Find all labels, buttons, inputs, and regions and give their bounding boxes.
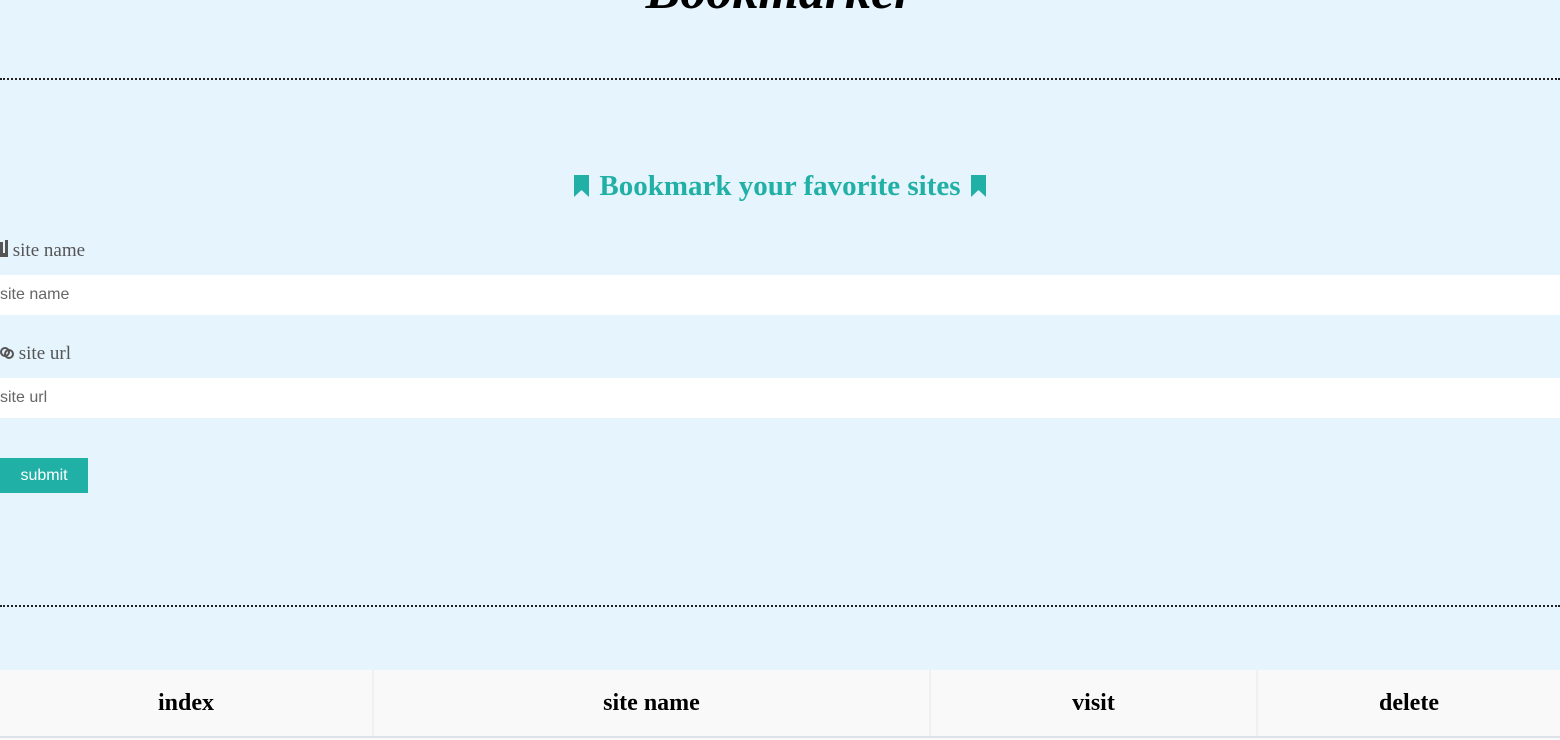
page: Bookmarker Bookmark your favorite sites … [0, 0, 1560, 740]
tag-icon [0, 240, 8, 265]
submit-button[interactable]: submit [0, 458, 88, 493]
bookmark-icon [574, 175, 590, 197]
bookmarks-table: index site name visit delete [0, 670, 1560, 738]
app-title: Bookmarker [0, 0, 1560, 22]
site-name-input[interactable] [0, 275, 1560, 315]
column-header-index: index [0, 670, 374, 738]
form-heading-text: Bookmark your favorite sites [599, 170, 961, 202]
column-header-visit: visit [930, 670, 1258, 738]
column-header-delete: delete [1257, 670, 1560, 738]
site-url-label-text: site url [18, 343, 71, 364]
top-divider [0, 78, 1560, 80]
bottom-divider [0, 605, 1560, 607]
site-name-label: site name [0, 239, 85, 265]
form-heading: Bookmark your favorite sites [0, 166, 1560, 206]
bookmark-icon [970, 175, 986, 197]
site-url-label: site url [0, 342, 71, 368]
link-icon [0, 344, 14, 368]
bookmarks-table-container: index site name visit delete [0, 670, 1560, 740]
table-header-row: index site name visit delete [0, 670, 1560, 738]
site-name-label-text: site name [12, 240, 86, 261]
site-url-input[interactable] [0, 378, 1560, 418]
column-header-site-name: site name [373, 670, 931, 738]
